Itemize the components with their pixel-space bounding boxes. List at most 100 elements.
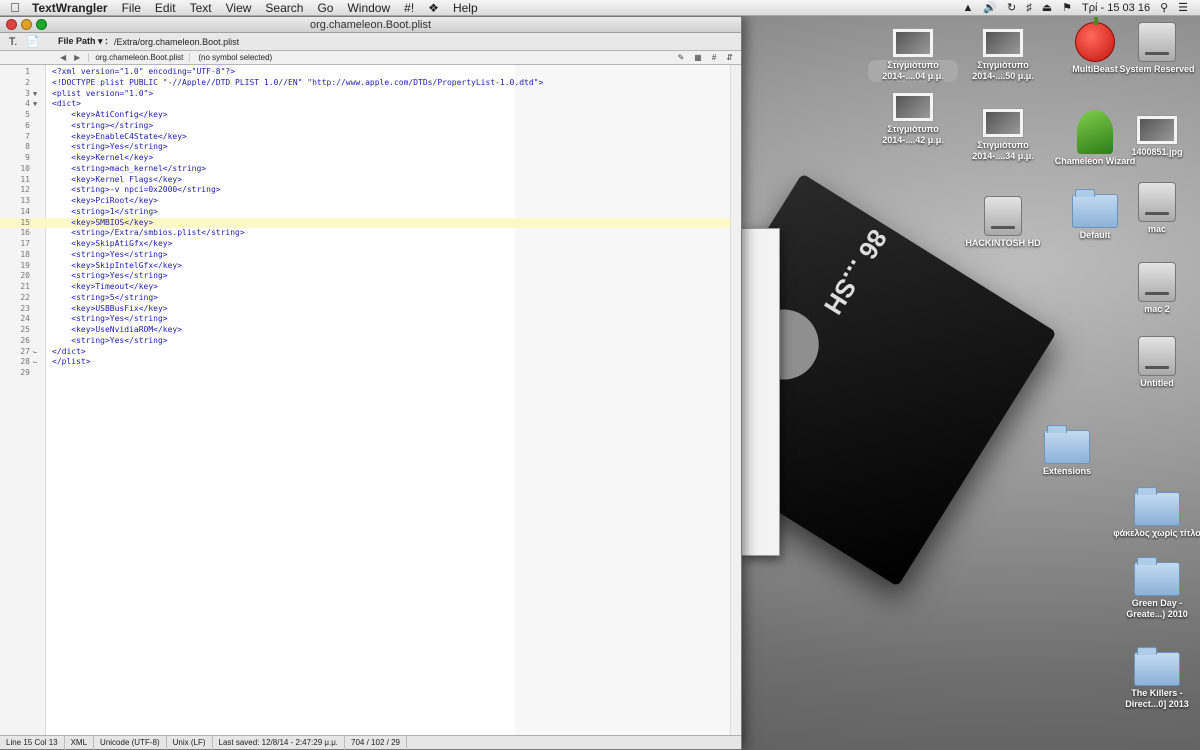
desktop-icon-shot[interactable]: Στιγμιότυπο 2014-....34 μ.μ. bbox=[958, 108, 1048, 162]
line-number: 7 bbox=[25, 131, 30, 141]
code-line[interactable]: 14 <string>1</string> bbox=[0, 207, 730, 218]
fold-toggle-icon[interactable]: ▼ bbox=[33, 99, 43, 110]
split-icon[interactable]: ⇵ bbox=[726, 53, 733, 62]
code-line[interactable]: 24 <string>Yes</string> bbox=[0, 314, 730, 325]
code-line[interactable]: 17 <key>SkipAtiGfx</key> bbox=[0, 239, 730, 250]
menu-text[interactable]: Text bbox=[183, 1, 219, 15]
encoding-popup[interactable]: Unicode (UTF-8) bbox=[94, 735, 167, 750]
document-icon[interactable]: 📄 bbox=[26, 35, 40, 48]
code-line[interactable]: 26 <string>Yes</string> bbox=[0, 336, 730, 347]
desktop-icon-folder[interactable]: Green Day - Greate...) 2010 bbox=[1112, 557, 1200, 620]
back-arrow-icon[interactable]: ◀ bbox=[60, 53, 66, 62]
spotlight-icon[interactable]: ⚲ bbox=[1160, 1, 1168, 14]
line-endings-popup[interactable]: Unix (LF) bbox=[167, 735, 213, 750]
document-menu-icon[interactable]: ▦ bbox=[694, 53, 702, 62]
code-text: <string>5</string> bbox=[52, 292, 158, 302]
line-number: 9 bbox=[25, 153, 30, 162]
code-text: <string>Yes</string> bbox=[52, 314, 168, 324]
forward-arrow-icon[interactable]: ▶ bbox=[74, 53, 80, 62]
fold-toggle-icon[interactable]: ⌙ bbox=[33, 347, 43, 358]
code-line[interactable]: 13 <key>PciRoot</key> bbox=[0, 196, 730, 207]
window-titlebar[interactable]: org.chameleon.Boot.plist bbox=[0, 17, 741, 33]
menu-file[interactable]: File bbox=[115, 1, 148, 15]
code-line[interactable]: 19 <key>SkipIntelGfx</key> bbox=[0, 261, 730, 272]
notification-icon[interactable]: ▲ bbox=[962, 2, 973, 14]
desktop-icon-hdd[interactable]: mac 2 bbox=[1112, 262, 1200, 315]
hash-menu-icon[interactable]: # bbox=[712, 53, 716, 62]
menu-window[interactable]: Window bbox=[340, 1, 397, 15]
code-line[interactable]: 8 <string>Yes</string> bbox=[0, 142, 730, 153]
shot-icon bbox=[892, 92, 934, 122]
code-line[interactable]: 5 <key>AtiConfig</key> bbox=[0, 110, 730, 121]
text-editor-area[interactable]: 1 <?xml version="1.0" encoding="UTF-8"?> 2… bbox=[0, 65, 741, 737]
menu-view[interactable]: View bbox=[219, 1, 259, 15]
menu-go[interactable]: Go bbox=[310, 1, 340, 15]
desktop-icon-shot[interactable]: Στιγμιότυπο 2014-....04 μ.μ. bbox=[868, 28, 958, 82]
pen-icon[interactable]: ✎ bbox=[678, 53, 685, 62]
code-line[interactable]: 25 <key>UseNvidiaROM</key> bbox=[0, 325, 730, 336]
background-window[interactable] bbox=[740, 228, 780, 556]
fold-toggle-icon[interactable]: ▼ bbox=[33, 89, 43, 100]
notification-center-icon[interactable]: ☰ bbox=[1178, 1, 1188, 14]
desktop-icon-hdd[interactable]: Untitled bbox=[1112, 336, 1200, 389]
desktop-icon-hdd[interactable]: HACKINTOSH HD bbox=[958, 196, 1048, 249]
code-line[interactable]: 3 ▼ <plist version="1.0"> bbox=[0, 89, 730, 100]
code-line[interactable]: 6 <string></string> bbox=[0, 121, 730, 132]
desktop-icon-hdd[interactable]: System Reserved bbox=[1112, 22, 1200, 75]
vertical-scrollbar[interactable] bbox=[730, 65, 741, 737]
menu-search[interactable]: Search bbox=[258, 1, 310, 15]
language-popup[interactable]: XML bbox=[65, 735, 95, 750]
menu-shebang[interactable]: #! bbox=[397, 1, 421, 15]
time-machine-icon[interactable]: ↻ bbox=[1007, 1, 1016, 14]
code-line[interactable]: 16 <string>/Extra/smbios.plist</string> bbox=[0, 228, 730, 239]
code-line[interactable]: 21 <key>Timeout</key> bbox=[0, 282, 730, 293]
fold-toggle-icon[interactable]: ⌙ bbox=[33, 357, 43, 368]
line-number: 28 bbox=[20, 357, 30, 367]
document-popup[interactable]: org.chameleon.Boot.plist bbox=[88, 53, 191, 62]
code-line[interactable]: 4 ▼ <dict> bbox=[0, 99, 730, 110]
code-text: <key>SkipAtiGfx</key> bbox=[52, 239, 173, 248]
code-text: <key>EnableC4State</key> bbox=[52, 131, 187, 141]
desktop-icon-shot[interactable]: Στιγμιότυπο 2014-....42 μ.μ. bbox=[868, 92, 958, 146]
volume-icon[interactable]: 🔊 bbox=[983, 1, 997, 14]
desktop-icon-shot[interactable]: Στιγμιότυπο 2014-....50 μ.μ. bbox=[958, 28, 1048, 82]
desktop-icon-folder[interactable]: The Killers - Direct...0] 2013 bbox=[1112, 647, 1200, 710]
code-line[interactable]: 20 <string>Yes</string> bbox=[0, 271, 730, 282]
menu-clock[interactable]: Τρί - 15 03 16 bbox=[1082, 2, 1150, 14]
cursor-position[interactable]: Line 15 Col 13 bbox=[0, 735, 65, 750]
zoom-button[interactable] bbox=[36, 19, 47, 30]
code-line[interactable]: 15 <key>SMBIOS</key> bbox=[0, 217, 730, 229]
code-line[interactable]: 22 <string>5</string> bbox=[0, 293, 730, 304]
code-line[interactable]: 28 ⌙ </plist> bbox=[0, 357, 730, 368]
code-line[interactable]: 10 <string>mach_kernel</string> bbox=[0, 164, 730, 175]
close-button[interactable] bbox=[6, 19, 17, 30]
code-line[interactable]: 11 <key>Kernel Flags</key> bbox=[0, 175, 730, 186]
hdd-icon bbox=[1138, 262, 1176, 302]
code-line[interactable]: 9 <key>Kernel</key> bbox=[0, 153, 730, 164]
eject-icon[interactable]: ⏏ bbox=[1042, 1, 1052, 14]
menu-edit[interactable]: Edit bbox=[148, 1, 183, 15]
code-line[interactable]: 18 <string>Yes</string> bbox=[0, 250, 730, 261]
file-path-label[interactable]: File Path ▾ : bbox=[58, 36, 108, 47]
desktop-icon-folder[interactable]: Extensions bbox=[1022, 425, 1112, 477]
code-line[interactable]: 2 <!DOCTYPE plist PUBLIC "-//Apple//DTD P… bbox=[0, 78, 730, 89]
code-line[interactable]: 27 ⌙ </dict> bbox=[0, 347, 730, 358]
desktop-icon-folder[interactable]: φάκελος χωρίς τίτλο bbox=[1112, 487, 1200, 539]
bluetooth-icon[interactable]: ♯ bbox=[1026, 2, 1032, 14]
script-menu-icon[interactable]: ❖ bbox=[421, 1, 446, 15]
menu-app-name[interactable]: TextWrangler bbox=[30, 1, 115, 15]
minimize-button[interactable] bbox=[21, 19, 32, 30]
code-line[interactable]: 23 <key>USBBusFix</key> bbox=[0, 304, 730, 315]
code-line[interactable]: 7 <key>EnableC4State</key> bbox=[0, 132, 730, 143]
code-line[interactable]: 12 <string>-v npci=0x2000</string> bbox=[0, 185, 730, 196]
code-line[interactable]: 29 bbox=[0, 368, 730, 379]
code-line[interactable]: 1 <?xml version="1.0" encoding="UTF-8"?> bbox=[0, 67, 730, 78]
text-options-icon[interactable]: T. bbox=[6, 36, 20, 48]
apple-menu-icon[interactable]:  bbox=[0, 0, 30, 15]
desktop-icon-shot[interactable]: 1400851.jpg bbox=[1112, 115, 1200, 158]
input-flag-icon[interactable]: ⚑ bbox=[1062, 1, 1072, 14]
symbol-popup[interactable]: (no symbol selected) bbox=[198, 53, 272, 62]
menu-help[interactable]: Help bbox=[446, 1, 485, 15]
code-text: <key>SkipIntelGfx</key> bbox=[52, 260, 183, 270]
desktop-icon-hdd[interactable]: mac bbox=[1112, 182, 1200, 235]
